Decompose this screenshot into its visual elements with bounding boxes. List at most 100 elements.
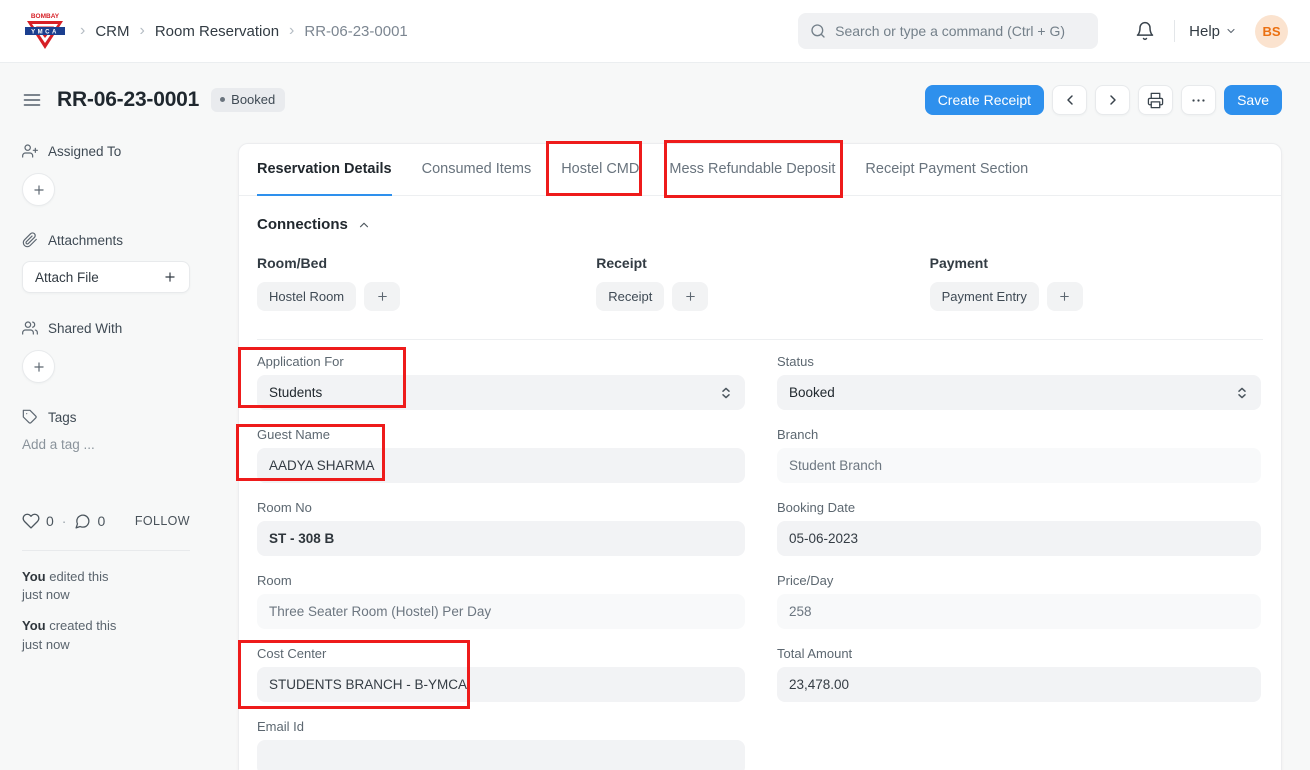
- connections-collapse-toggle[interactable]: Connections: [257, 216, 1263, 233]
- attachments-label: Attachments: [48, 233, 123, 248]
- activity-feed: You edited this just now You created thi…: [22, 568, 192, 654]
- add-hostel-room-button[interactable]: [364, 282, 400, 311]
- field-status: Status Booked: [777, 354, 1261, 410]
- field-booking-date: Booking Date 05-06-2023: [777, 500, 1261, 556]
- heart-icon[interactable]: [22, 512, 40, 530]
- follow-button[interactable]: FOLLOW: [135, 514, 190, 528]
- document-sidebar: Assigned To Attachments Attach File Shar…: [22, 143, 192, 667]
- ymca-logo[interactable]: BOMBAY YMCA: [22, 8, 68, 54]
- field-label: Guest Name: [257, 427, 745, 442]
- add-receipt-button[interactable]: [672, 282, 708, 311]
- branch-input: Student Branch: [777, 448, 1261, 483]
- application-for-select[interactable]: Students: [257, 375, 745, 410]
- branch-value: Student Branch: [789, 458, 882, 473]
- sidebar-toggle-button[interactable]: [22, 90, 42, 110]
- tab-receipt-payment-section[interactable]: Receipt Payment Section: [865, 144, 1028, 196]
- save-button[interactable]: Save: [1224, 85, 1282, 115]
- next-document-button[interactable]: [1095, 85, 1130, 115]
- price-day-input: 258: [777, 594, 1261, 629]
- tab-hostel-cmd[interactable]: Hostel CMD: [561, 144, 639, 196]
- add-payment-entry-button[interactable]: [1047, 282, 1083, 311]
- user-avatar[interactable]: BS: [1255, 15, 1288, 48]
- activity-actor: You: [22, 618, 46, 633]
- connection-group-title: Receipt: [596, 255, 929, 271]
- activity-action: created this: [49, 618, 116, 633]
- price-day-value: 258: [789, 604, 812, 619]
- plus-icon: [163, 270, 177, 284]
- breadcrumb-crm[interactable]: CRM: [95, 23, 129, 40]
- comment-icon[interactable]: [74, 513, 91, 530]
- likes-count: 0: [46, 513, 54, 529]
- booking-date-input[interactable]: 05-06-2023: [777, 521, 1261, 556]
- activity-entry: You created this just now: [22, 617, 152, 653]
- connection-group-title: Payment: [930, 255, 1263, 271]
- help-label: Help: [1189, 23, 1220, 40]
- total-amount-input[interactable]: 23,478.00: [777, 667, 1261, 702]
- plus-icon: [32, 360, 46, 374]
- breadcrumb-separator: ›: [289, 22, 294, 40]
- breadcrumb-room-reservation[interactable]: Room Reservation: [155, 23, 279, 40]
- room-input: Three Seater Room (Hostel) Per Day: [257, 594, 745, 629]
- plus-icon: [684, 290, 697, 303]
- shared-with-section: Shared With: [22, 320, 192, 336]
- field-price-day: Price/Day 258: [777, 573, 1261, 629]
- cost-center-value: STUDENTS BRANCH - B-YMCA: [269, 677, 467, 692]
- help-menu[interactable]: Help: [1189, 23, 1237, 40]
- connections-groups: Room/Bed Hostel Room Receipt Receipt: [257, 255, 1263, 311]
- avatar-initials: BS: [1262, 24, 1280, 39]
- link-receipt[interactable]: Receipt: [596, 282, 664, 311]
- application-for-value: Students: [269, 385, 322, 400]
- top-navbar: BOMBAY YMCA › CRM › Room Reservation › R…: [0, 0, 1310, 63]
- print-button[interactable]: [1138, 85, 1173, 115]
- paperclip-icon: [22, 232, 38, 248]
- room-no-input[interactable]: ST - 308 B: [257, 521, 745, 556]
- add-tag-input[interactable]: Add a tag ...: [22, 437, 192, 452]
- link-hostel-room[interactable]: Hostel Room: [257, 282, 356, 311]
- search-input[interactable]: Search or type a command (Ctrl + G): [798, 13, 1098, 49]
- field-email-id: Email Id: [257, 719, 745, 770]
- tag-icon: [22, 409, 38, 425]
- form-column-right: Status Booked Branch Student Branch Book…: [777, 354, 1261, 770]
- cost-center-input[interactable]: STUDENTS BRANCH - B-YMCA: [257, 667, 745, 702]
- booking-date-value: 05-06-2023: [789, 531, 858, 546]
- page-title: RR-06-23-0001: [57, 88, 199, 112]
- app-screen: BOMBAY YMCA › CRM › Room Reservation › R…: [0, 0, 1310, 770]
- activity-actor: You: [22, 569, 46, 584]
- create-receipt-button[interactable]: Create Receipt: [925, 85, 1044, 115]
- field-room: Room Three Seater Room (Hostel) Per Day: [257, 573, 745, 629]
- tab-mess-refundable-deposit[interactable]: Mess Refundable Deposit: [669, 144, 835, 196]
- field-branch: Branch Student Branch: [777, 427, 1261, 483]
- email-id-input[interactable]: [257, 740, 745, 770]
- add-share-button[interactable]: [22, 350, 55, 383]
- notifications-button[interactable]: [1130, 16, 1160, 46]
- tab-reservation-details[interactable]: Reservation Details: [257, 144, 392, 196]
- total-amount-value: 23,478.00: [789, 677, 849, 692]
- link-payment-entry[interactable]: Payment Entry: [930, 282, 1039, 311]
- add-assignment-button[interactable]: [22, 173, 55, 206]
- navbar-divider: [1174, 20, 1175, 42]
- field-room-no: Room No ST - 308 B: [257, 500, 745, 556]
- status-select[interactable]: Booked: [777, 375, 1261, 410]
- social-row: 0 · 0 FOLLOW: [22, 512, 190, 530]
- activity-time: just now: [22, 586, 152, 604]
- status-badge-label: Booked: [231, 92, 275, 107]
- bell-icon: [1135, 21, 1155, 41]
- tags-section: Tags: [22, 409, 192, 425]
- plus-icon: [376, 290, 389, 303]
- room-no-value: ST - 308 B: [269, 531, 334, 546]
- attach-file-button[interactable]: Attach File: [22, 261, 190, 293]
- chevron-up-icon: [357, 218, 371, 232]
- assigned-to-section: Assigned To: [22, 143, 192, 159]
- comments-count: 0: [97, 513, 105, 529]
- prev-document-button[interactable]: [1052, 85, 1087, 115]
- field-guest-name: Guest Name AADYA SHARMA: [257, 427, 745, 483]
- breadcrumb: › CRM › Room Reservation › RR-06-23-0001: [80, 22, 408, 40]
- guest-name-input[interactable]: AADYA SHARMA: [257, 448, 745, 483]
- breadcrumb-current-doc: RR-06-23-0001: [304, 23, 407, 40]
- field-label: Cost Center: [257, 646, 745, 661]
- more-options-button[interactable]: [1181, 85, 1216, 115]
- chevron-left-icon: [1062, 92, 1078, 108]
- field-label: Status: [777, 354, 1261, 369]
- tab-consumed-items[interactable]: Consumed Items: [422, 144, 532, 196]
- form-card: Reservation Details Consumed Items Hoste…: [238, 143, 1282, 770]
